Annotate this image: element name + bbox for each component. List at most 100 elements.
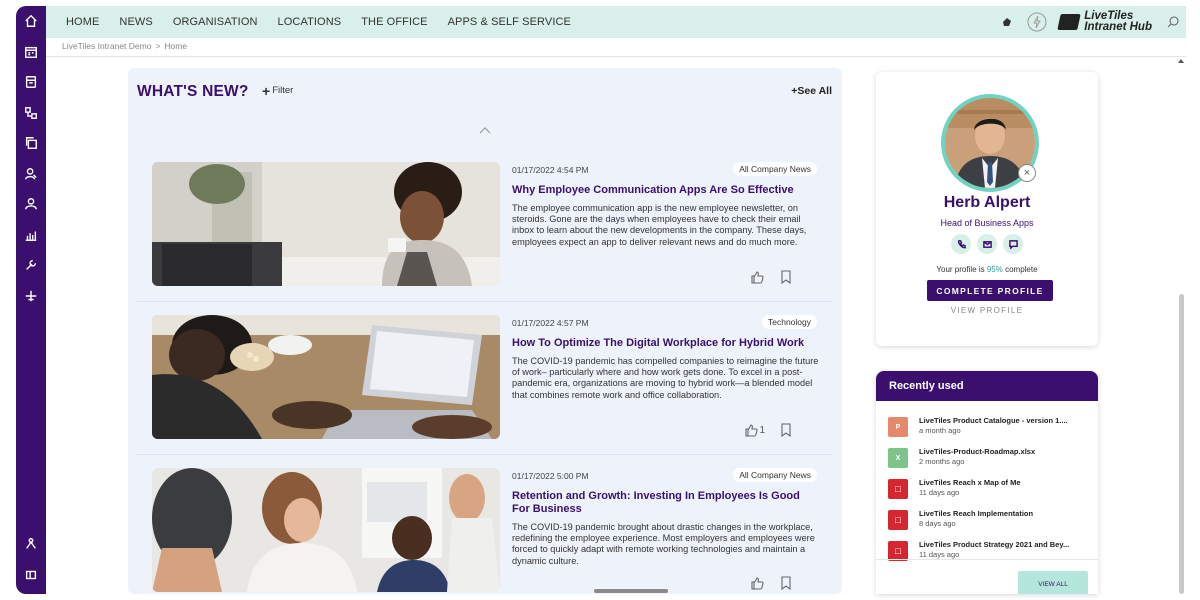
excel-file-icon: X <box>888 448 908 468</box>
phone-icon <box>957 239 966 248</box>
copy-icon[interactable] <box>16 128 46 159</box>
recent-item-name: LiveTiles Reach Implementation <box>919 509 1034 518</box>
nav-home[interactable]: HOME <box>66 16 99 28</box>
logo-line2: Intranet Hub <box>1084 21 1152 33</box>
recent-item[interactable]: ⬚ LiveTiles Reach Implementation 8 days … <box>888 508 1088 536</box>
filter-label: Filter <box>272 85 294 96</box>
bookmark-icon[interactable] <box>779 270 793 284</box>
phone-button[interactable] <box>951 234 971 254</box>
livetiles-logo-icon <box>1057 14 1081 30</box>
thumbs-up-icon <box>751 577 764 590</box>
view-all-button[interactable]: VIEW ALL <box>1018 571 1088 594</box>
article-image[interactable] <box>152 162 500 286</box>
article-title[interactable]: How To Optimize The Digital Workplace fo… <box>512 337 812 350</box>
filter-button[interactable]: + Filter <box>262 82 294 99</box>
view-profile-link[interactable]: VIEW PROFILE <box>876 306 1098 315</box>
thumbs-up-icon <box>745 424 759 437</box>
chart-icon[interactable] <box>16 220 46 251</box>
breadcrumb: LiveTiles Intranet Demo > Home <box>62 41 187 51</box>
pdf-file-icon: ⬚ <box>888 479 908 499</box>
pdf-file-icon: ⬚ <box>888 541 908 561</box>
plane-icon[interactable] <box>16 281 46 312</box>
page-scrollbar[interactable] <box>1177 56 1185 594</box>
bookmark-icon[interactable] <box>779 423 793 437</box>
news-article[interactable]: 01/17/2022 4:54 PM All Company News Why … <box>152 162 827 286</box>
chat-button[interactable] <box>1003 234 1023 254</box>
nav-news[interactable]: NEWS <box>119 16 152 28</box>
article-image[interactable] <box>152 468 500 592</box>
notes-icon[interactable] <box>16 67 46 98</box>
nav-locations[interactable]: LOCATIONS <box>278 16 342 28</box>
tools-icon[interactable] <box>16 250 46 281</box>
recent-item-name: LiveTiles Product Strategy 2021 and Bey.… <box>919 540 1070 549</box>
nav-apps-self-service[interactable]: APPS & SELF SERVICE <box>448 16 571 28</box>
close-icon[interactable]: × <box>1018 164 1036 182</box>
recent-item-time: 11 days ago <box>919 550 960 559</box>
sitemap-icon[interactable] <box>16 98 46 129</box>
collapse-icon[interactable] <box>16 560 46 591</box>
breadcrumb-site[interactable]: LiveTiles Intranet Demo <box>62 41 151 51</box>
livetiles-logo[interactable]: LiveTiles Intranet Hub <box>1057 10 1152 33</box>
news-horizontal-scrollbar[interactable] <box>594 589 668 593</box>
profile-completion: Your profile is 95% complete <box>876 265 1098 274</box>
article-tag[interactable]: All Company News <box>733 468 817 482</box>
left-rail <box>16 6 46 594</box>
profile-complete-suffix: complete <box>1005 265 1038 274</box>
nav-right: LiveTiles Intranet Hub <box>1001 6 1186 38</box>
article-date: 01/17/2022 5:00 PM <box>512 471 589 481</box>
nav-the-office[interactable]: THE OFFICE <box>361 16 427 28</box>
page-scrollbar-thumb[interactable] <box>1179 294 1184 594</box>
like-button[interactable] <box>750 270 765 284</box>
bookmark-icon[interactable] <box>779 576 793 590</box>
recent-item[interactable]: ⬚ LiveTiles Reach x Map of Me 11 days ag… <box>888 477 1088 505</box>
home-icon[interactable] <box>16 6 46 37</box>
rail-bottom <box>16 529 46 590</box>
whats-new-panel: WHAT'S NEW? + Filter +See All 01/17/2022… <box>128 68 842 594</box>
scroll-up-arrow-icon[interactable] <box>1177 58 1185 64</box>
article-divider <box>137 301 833 302</box>
email-button[interactable] <box>977 234 997 254</box>
plus-icon: + <box>262 82 271 99</box>
thumbs-up-icon <box>751 271 764 284</box>
article-date: 01/17/2022 4:54 PM <box>512 165 589 175</box>
article-description: The employee communication app is the ne… <box>512 203 807 247</box>
recent-item-time: 2 months ago <box>919 457 965 466</box>
profile-card: × Herb Alpert Head of Business Apps Your… <box>876 72 1098 346</box>
recent-footer-divider <box>876 559 1098 560</box>
calendar-icon[interactable] <box>16 37 46 68</box>
article-description: The COVID-19 pandemic has compelled comp… <box>512 356 819 400</box>
user-icon[interactable] <box>16 189 46 220</box>
see-all-link[interactable]: +See All <box>791 85 832 97</box>
article-tag[interactable]: All Company News <box>733 162 817 176</box>
nav-organisation[interactable]: ORGANISATION <box>173 16 258 28</box>
like-button[interactable] <box>750 576 765 590</box>
like-button[interactable]: 1 <box>744 423 765 437</box>
org-icon[interactable] <box>16 529 46 560</box>
article-actions <box>750 576 793 590</box>
recent-item[interactable]: ⬚ LiveTiles Product Strategy 2021 and Be… <box>888 539 1088 567</box>
recent-item[interactable]: P LiveTiles Product Catalogue - version … <box>888 415 1088 443</box>
chevron-up-icon[interactable] <box>478 124 492 136</box>
breadcrumb-page[interactable]: Home <box>164 41 187 51</box>
article-image[interactable] <box>152 315 500 439</box>
news-title: WHAT'S NEW? <box>137 83 249 100</box>
article-divider <box>137 454 833 455</box>
article-title[interactable]: Retention and Growth: Investing In Emplo… <box>512 490 812 516</box>
user-edit-icon[interactable] <box>16 159 46 190</box>
news-article[interactable]: 01/17/2022 5:00 PM All Company News Rete… <box>152 468 827 592</box>
search-icon[interactable] <box>1166 15 1180 29</box>
article-title[interactable]: Why Employee Communication Apps Are So E… <box>512 184 812 197</box>
app-frame: HOME NEWS ORGANISATION LOCATIONS THE OFF… <box>0 0 1200 600</box>
bot-icon[interactable] <box>1001 16 1013 28</box>
news-article[interactable]: 01/17/2022 4:57 PM Technology How To Opt… <box>152 315 827 439</box>
lightning-icon[interactable] <box>1027 12 1047 32</box>
article-tag[interactable]: Technology <box>761 315 817 329</box>
recent-item-time: a month ago <box>919 426 961 435</box>
breadcrumb-separator: > <box>155 41 161 51</box>
complete-profile-button[interactable]: COMPLETE PROFILE <box>927 280 1053 301</box>
mail-icon <box>982 240 992 248</box>
chat-icon <box>1008 239 1018 249</box>
article-date: 01/17/2022 4:57 PM <box>512 318 589 328</box>
recent-item[interactable]: X LiveTiles-Product-Roadmap.xlsx 2 month… <box>888 446 1088 474</box>
profile-name[interactable]: Herb Alpert <box>876 194 1098 212</box>
